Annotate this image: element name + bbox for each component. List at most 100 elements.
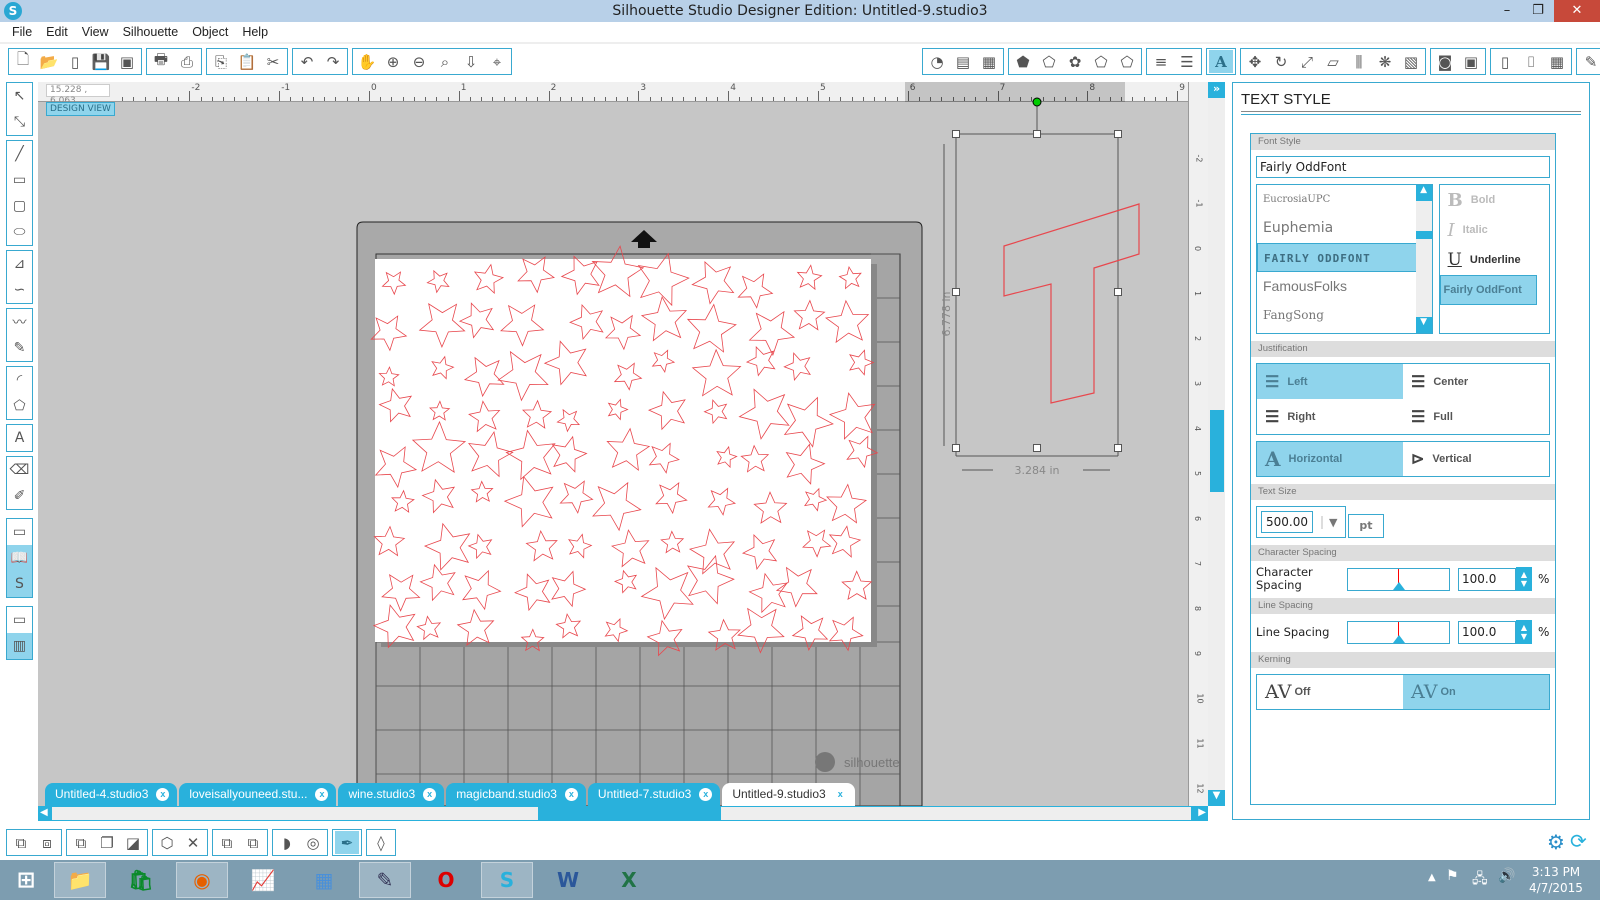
print-cut-icon[interactable]: ⎙: [175, 50, 199, 73]
rotate-icon[interactable]: ↻: [1269, 50, 1293, 73]
tab-close-button[interactable]: x: [423, 788, 437, 801]
volume-icon[interactable]: 🔊: [1498, 868, 1515, 884]
kerning-on-button[interactable]: AV On: [1403, 675, 1549, 709]
fit-to-page-icon[interactable]: ⌖: [485, 50, 509, 73]
opera-taskbar-icon[interactable]: O: [420, 862, 472, 898]
align-icon[interactable]: ⫼: [1347, 50, 1371, 73]
offset-circle-icon[interactable]: ◎: [301, 831, 325, 854]
knife-tool-icon[interactable]: ✐: [7, 483, 32, 509]
kerning-off-button[interactable]: AV Off: [1257, 675, 1403, 709]
page-setup-icon[interactable]: ▯: [1493, 50, 1517, 73]
italic-toggle[interactable]: I Italic: [1440, 215, 1549, 245]
design-store-icon[interactable]: ✎: [1579, 50, 1600, 73]
cut-icon[interactable]: ✂: [261, 50, 285, 73]
tab-close-button[interactable]: x: [315, 788, 329, 801]
document-tab[interactable]: magicband.studio3 x: [446, 783, 586, 806]
grid-icon[interactable]: ▦: [1545, 50, 1569, 73]
control-panel-taskbar-icon[interactable]: ▦: [298, 862, 350, 898]
text-size-input[interactable]: 500.00: [1261, 511, 1313, 533]
regular-polygon-tool-icon[interactable]: ⬠: [7, 393, 32, 419]
redo-icon[interactable]: ↷: [321, 50, 345, 73]
menu-view[interactable]: View: [76, 22, 115, 42]
char-spacing-input[interactable]: 100.0: [1458, 567, 1516, 591]
font-list-item[interactable]: FamousFolks: [1257, 272, 1419, 301]
save-icon[interactable]: 💾: [89, 50, 113, 73]
document-tab[interactable]: Untitled-9.studio3 x: [722, 783, 855, 806]
copy-icon[interactable]: ⎘: [209, 50, 233, 73]
zoom-select-icon[interactable]: ⌕: [433, 50, 457, 73]
line-spacing-spinner[interactable]: ▲ ▼: [1516, 620, 1532, 644]
library-tool-icon[interactable]: 📖: [7, 545, 32, 571]
scale-icon[interactable]: ⤢: [1295, 50, 1319, 73]
make-compound-icon[interactable]: ⧉: [69, 831, 93, 854]
freehand-tool-icon[interactable]: 〰: [7, 309, 32, 335]
paste-icon[interactable]: 📋: [235, 50, 259, 73]
send-back-icon[interactable]: ⧉: [241, 831, 265, 854]
store-taskbar-icon[interactable]: 🛍: [115, 862, 167, 898]
font-name-input[interactable]: Fairly OddFont: [1256, 156, 1550, 178]
gradient-icon[interactable]: ▤: [951, 50, 975, 73]
transform-icon[interactable]: ✥: [1243, 50, 1267, 73]
modify-icon[interactable]: ▧: [1399, 50, 1423, 73]
tab-close-button[interactable]: x: [699, 788, 713, 801]
shape-icon[interactable]: ⬟: [1011, 50, 1035, 73]
menu-silhouette[interactable]: Silhouette: [117, 22, 185, 42]
select-tool-icon[interactable]: ↖: [7, 83, 32, 109]
line-tool-icon[interactable]: ╱: [7, 141, 32, 167]
zoom-out-icon[interactable]: ⊖: [407, 50, 431, 73]
font-list-item[interactable]: FangSong: [1257, 301, 1419, 330]
minimize-button[interactable]: –: [1492, 0, 1522, 22]
document-tab[interactable]: Untitled-7.studio3 x: [587, 783, 721, 806]
pattern-icon[interactable]: ▦: [977, 50, 1001, 73]
print-icon[interactable]: 🖶: [149, 50, 173, 73]
zoom-fit-icon[interactable]: ⇩: [459, 50, 483, 73]
font-variant-option[interactable]: Fairly OddFont: [1439, 275, 1537, 305]
text-size-dropdown-icon[interactable]: ▼: [1321, 515, 1337, 529]
shape-pen-icon[interactable]: ⬠: [1115, 50, 1139, 73]
excel-taskbar-icon[interactable]: X: [603, 862, 655, 898]
horizontal-text-button[interactable]: A Horizontal: [1257, 442, 1403, 476]
font-list-item[interactable]: EucrosiaUPC: [1257, 185, 1419, 214]
vertical-scrollbar[interactable]: ▲ ▼: [1208, 82, 1225, 806]
char-spacing-slider[interactable]: [1347, 567, 1450, 591]
show-media-tool-icon[interactable]: ▭: [7, 607, 32, 633]
release-compound-icon[interactable]: ❐: [95, 831, 119, 854]
panel-expand-icon[interactable]: »: [1208, 82, 1225, 98]
font-list-item[interactable]: Fairly OddFont: [1257, 243, 1419, 272]
document-tab[interactable]: wine.studio3 x: [338, 783, 445, 806]
tab-close-button[interactable]: x: [564, 788, 578, 801]
document-tab[interactable]: Untitled-4.studio3 x: [45, 783, 178, 806]
ellipse-tool-icon[interactable]: ⬭: [7, 219, 32, 245]
justify-center-button[interactable]: ☰ Center: [1403, 364, 1549, 399]
sync-icon[interactable]: ⟳: [1570, 829, 1587, 853]
menu-file[interactable]: File: [6, 22, 38, 42]
resource-monitor-taskbar-icon[interactable]: 📈: [237, 862, 289, 898]
justify-full-button[interactable]: ☰ Full: [1403, 399, 1549, 434]
char-spacing-slider-thumb[interactable]: [1393, 581, 1405, 590]
knife-edit-icon[interactable]: ✒: [335, 831, 359, 854]
text-style-icon[interactable]: A: [1209, 50, 1233, 73]
polygon-tool-icon[interactable]: ⊿: [7, 251, 32, 277]
scroll-right-button[interactable]: ▶: [1198, 807, 1206, 818]
document-tab[interactable]: loveisallyouneed.stu... x: [179, 783, 337, 806]
font-list-scrollbar[interactable]: ▲ ▼: [1415, 185, 1432, 333]
line-style-icon[interactable]: ☰: [1175, 50, 1199, 73]
smooth-freehand-tool-icon[interactable]: ✎: [7, 335, 32, 361]
point-edit-tool-icon[interactable]: ⤡: [7, 109, 32, 135]
split-view-tool-icon[interactable]: ▥: [7, 633, 32, 659]
group-icon[interactable]: ⧉: [9, 831, 33, 854]
font-scroll-thumb[interactable]: [1415, 231, 1432, 239]
zoom-in-icon[interactable]: ⊕: [381, 50, 405, 73]
bold-toggle[interactable]: B Bold: [1440, 185, 1549, 215]
undo-icon[interactable]: ↶: [295, 50, 319, 73]
save-to-sd-icon[interactable]: ▣: [115, 50, 139, 73]
rectangle-tool-icon[interactable]: ▭: [7, 167, 32, 193]
eraser-tool-icon[interactable]: ⌫: [7, 457, 32, 483]
silhouette-studio-taskbar-icon[interactable]: S: [481, 862, 533, 898]
horizontal-scrollbar[interactable]: ◀ ▶: [38, 806, 1208, 821]
line-spacing-slider-thumb[interactable]: [1393, 634, 1405, 643]
network-icon[interactable]: 🖧: [1472, 868, 1488, 892]
start-button[interactable]: ⊞: [0, 862, 52, 898]
settings-gear-icon[interactable]: ⚙: [1547, 830, 1565, 854]
arc-tool-icon[interactable]: ◜: [7, 367, 32, 393]
